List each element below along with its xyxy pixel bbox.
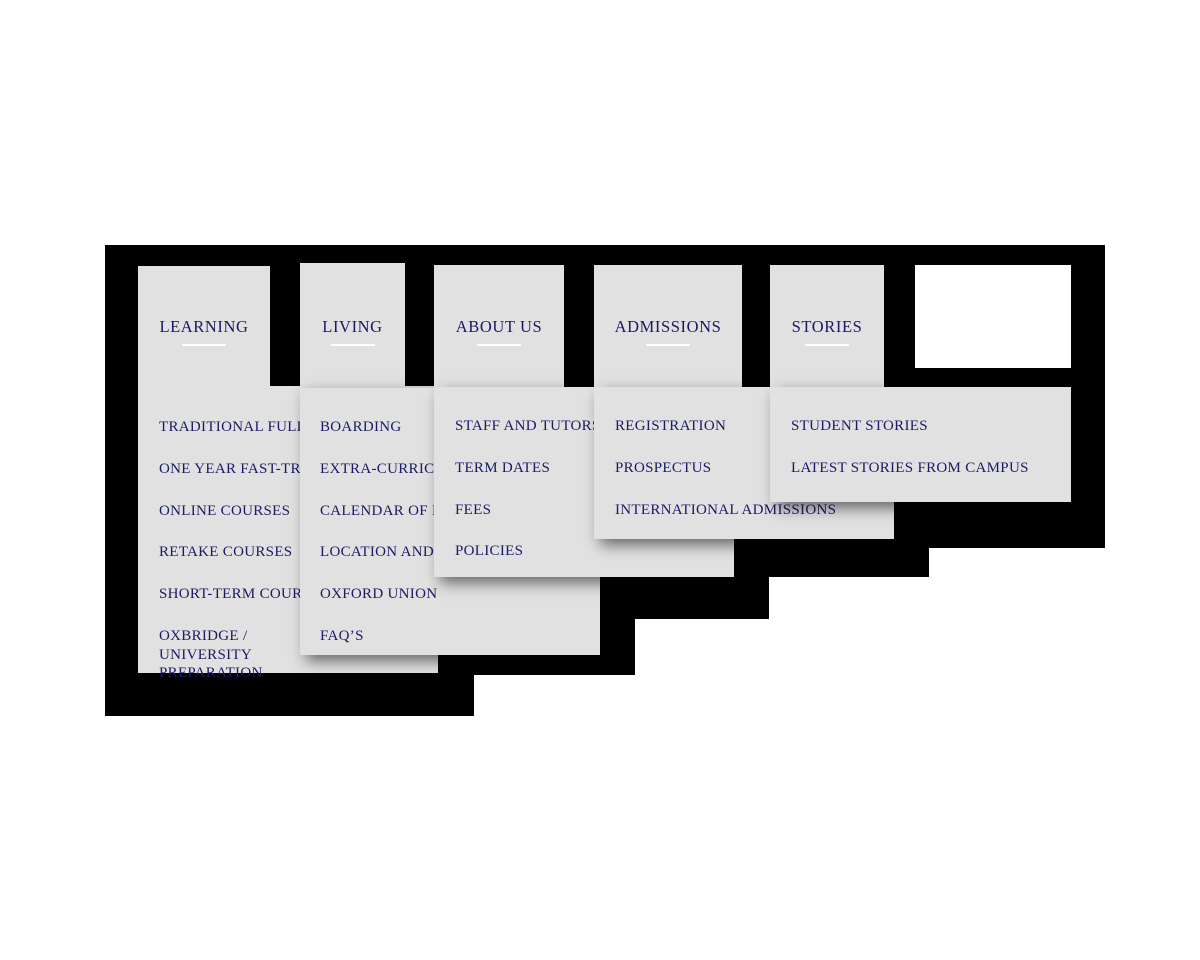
menu-promo-image-placeholder — [915, 265, 1071, 368]
column-title-admissions: ADMISSIONS — [614, 317, 722, 336]
column-title-rule-admissions — [646, 344, 690, 346]
column-title-rule-stories — [805, 344, 849, 346]
menu-item-admissions-2[interactable]: INTERNATIONAL ADMISSIONS — [615, 501, 836, 520]
column-title-about-us: ABOUT US — [455, 317, 543, 336]
column-title-rule-living — [331, 344, 375, 346]
column-title-learning: LEARNING — [159, 317, 249, 336]
menu-item-about-us-3[interactable]: POLICIES — [455, 542, 601, 561]
menu-column-body-stories: STUDENT STORIES LATEST STORIES FROM CAMP… — [770, 387, 1071, 502]
menu-list-about-us: STAFF AND TUTORS TERM DATES FEES POLICIE… — [455, 417, 601, 561]
menu-item-about-us-0[interactable]: STAFF AND TUTORS — [455, 417, 601, 436]
menu-list-stories: STUDENT STORIES LATEST STORIES FROM CAMP… — [791, 417, 1029, 478]
menu-item-about-us-2[interactable]: FEES — [455, 501, 601, 520]
column-title-living: LIVING — [322, 317, 383, 336]
column-title-rule-about-us — [477, 344, 521, 346]
menu-item-living-5[interactable]: FAQ’S — [320, 627, 522, 646]
column-title-stories: STORIES — [791, 317, 863, 336]
menu-column-header-admissions: ADMISSIONS — [594, 265, 742, 387]
menu-column-header-living: LIVING — [300, 263, 405, 388]
menu-item-stories-1[interactable]: LATEST STORIES FROM CAMPUS — [791, 459, 1029, 478]
menu-column-header-stories: STORIES — [770, 265, 884, 387]
menu-column-header-learning: LEARNING — [138, 266, 270, 386]
mega-menu-stage: LEARNING TRADITIONAL FULL-TIME COURSES O… — [0, 0, 1200, 960]
menu-column-header-about-us: ABOUT US — [434, 265, 564, 387]
column-title-rule-learning — [182, 344, 226, 346]
menu-item-living-4[interactable]: OXFORD UNION — [320, 585, 522, 604]
menu-item-about-us-1[interactable]: TERM DATES — [455, 459, 601, 478]
menu-item-stories-0[interactable]: STUDENT STORIES — [791, 417, 1029, 436]
